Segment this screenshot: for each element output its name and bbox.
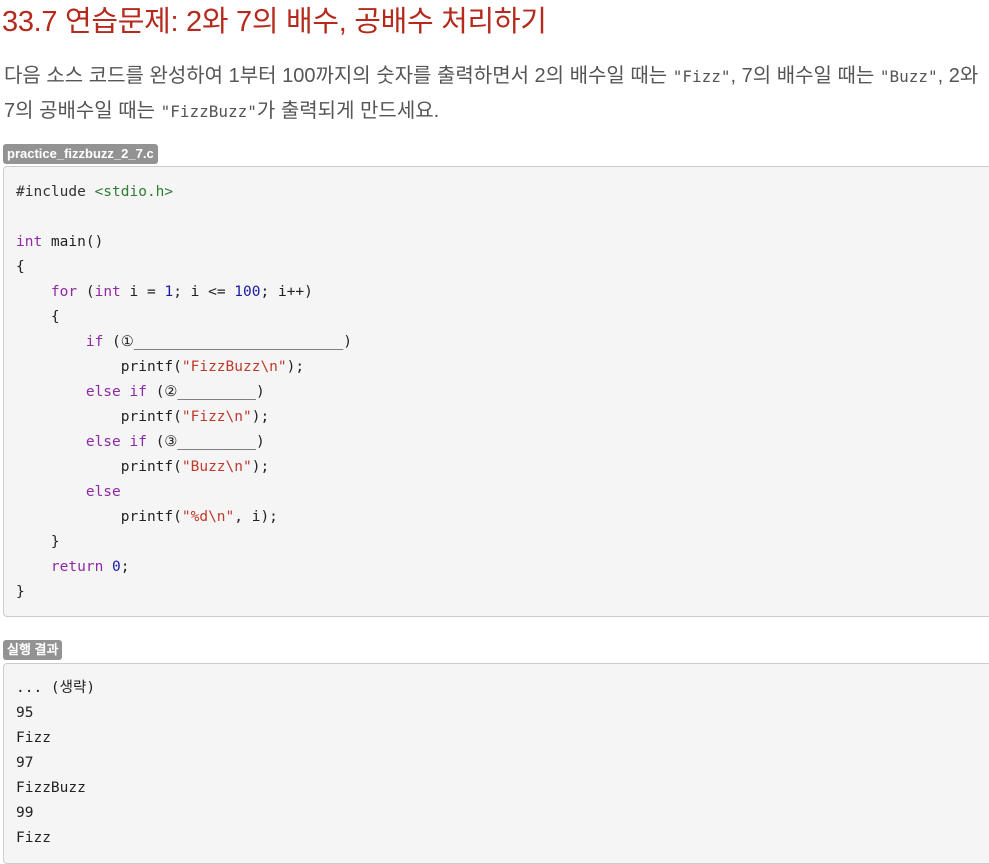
code-token: for	[50, 284, 78, 300]
code-token: printf(	[16, 509, 182, 525]
code-token: #include	[16, 184, 95, 200]
code-token: {	[16, 259, 25, 275]
code-token: "%d\n"	[181, 509, 235, 525]
code-token: i =	[120, 284, 165, 300]
source-code: #include <stdio.h> int main(){ for (int i…	[4, 167, 989, 605]
code-token: );	[286, 359, 305, 375]
output-line: FizzBuzz	[16, 780, 86, 796]
code-line-4: {	[16, 255, 989, 280]
code-token: ; i <=	[173, 284, 235, 300]
output-line: Fizz	[16, 830, 51, 846]
code-token: else	[85, 484, 121, 500]
code-token: );	[251, 409, 270, 425]
code-line-17: }	[16, 580, 989, 605]
code-token: 100	[234, 284, 261, 300]
code-token: "FizzBuzz\n"	[181, 359, 287, 375]
code-token: (	[77, 284, 95, 300]
code-token: int	[94, 284, 121, 300]
code-line-6: {	[16, 305, 989, 330]
code-token: <stdio.h>	[94, 184, 174, 200]
code-token: printf(	[16, 409, 182, 425]
code-line-14: printf("%d\n", i);	[16, 505, 989, 530]
code-line-13: else	[16, 480, 989, 505]
code-blank-3: (③_________)	[146, 434, 265, 450]
source-filename-tag: practice_fizzbuzz_2_7.c	[3, 144, 158, 164]
output-line: ... (생략)	[16, 680, 96, 696]
code-token: );	[251, 459, 270, 475]
problem-description: 다음 소스 코드를 완성하여 1부터 100까지의 숫자를 출력하면서 2의 배…	[4, 59, 989, 129]
code-token: 0	[112, 559, 121, 575]
code-token: if	[85, 334, 104, 350]
output-line: 97	[16, 755, 34, 771]
source-code-block: #include <stdio.h> int main(){ for (int i…	[3, 166, 989, 617]
desc-text-1: 다음 소스 코드를 완성하여 1부터 100까지의 숫자를 출력하면서 2의 배…	[4, 65, 673, 87]
result-output: ... (생략) 95 Fizz 97 FizzBuzz 99 Fizz	[4, 664, 989, 851]
code-token: {	[16, 309, 60, 325]
code-line-9: else if (②_________)	[16, 380, 989, 405]
code-line-7: if (①________________________)	[16, 330, 989, 355]
code-token: ;	[120, 559, 130, 575]
result-label-tag: 실행 결과	[3, 640, 63, 660]
result-output-block: ... (생략) 95 Fizz 97 FizzBuzz 99 Fizz	[3, 663, 989, 864]
code-line-5: for (int i = 1; i <= 100; i++)	[16, 280, 989, 305]
code-token: ; i++)	[260, 284, 313, 300]
code-line-3: int main()	[16, 230, 989, 255]
desc-code-fizz: "Fizz"	[672, 67, 731, 86]
code-token: "Buzz\n"	[181, 459, 252, 475]
code-token: }	[16, 584, 25, 600]
page-title: 33.7 연습문제: 2와 7의 배수, 공배수 처리하기	[2, 6, 547, 38]
code-token: return	[50, 559, 104, 575]
code-token: "Fizz\n"	[181, 409, 252, 425]
output-line: 99	[16, 805, 34, 821]
output-line: 95	[16, 705, 34, 721]
desc-text-4: 가 출력되게 만드세요.	[256, 100, 440, 122]
code-token: main()	[42, 234, 104, 250]
output-line: Fizz	[16, 730, 51, 746]
desc-code-buzz: "Buzz"	[879, 67, 938, 86]
code-token: if	[129, 434, 147, 450]
code-blank-1: (①________________________)	[103, 334, 353, 350]
code-token: printf(	[16, 359, 182, 375]
code-line-10: printf("Fizz\n");	[16, 405, 989, 430]
code-token: printf(	[16, 459, 182, 475]
code-line-12: printf("Buzz\n");	[16, 455, 989, 480]
code-line-15: }	[16, 530, 989, 555]
code-token: 1	[164, 284, 174, 300]
code-line-16: return 0;	[16, 555, 989, 580]
code-token: if	[129, 384, 147, 400]
code-line-11: else if (③_________)	[16, 430, 989, 455]
code-token: else	[85, 434, 121, 450]
code-line-8: printf("FizzBuzz\n");	[16, 355, 989, 380]
code-token: int	[16, 234, 43, 250]
code-blank-2: (②_________)	[146, 384, 265, 400]
code-token: }	[16, 534, 60, 550]
desc-text-2: , 7의 배수일 때는	[730, 65, 880, 87]
code-token: else	[85, 384, 121, 400]
code-line-1: #include <stdio.h>	[16, 180, 989, 205]
code-token: , i);	[234, 509, 278, 525]
desc-code-fizzbuzz: "FizzBuzz"	[160, 102, 257, 121]
